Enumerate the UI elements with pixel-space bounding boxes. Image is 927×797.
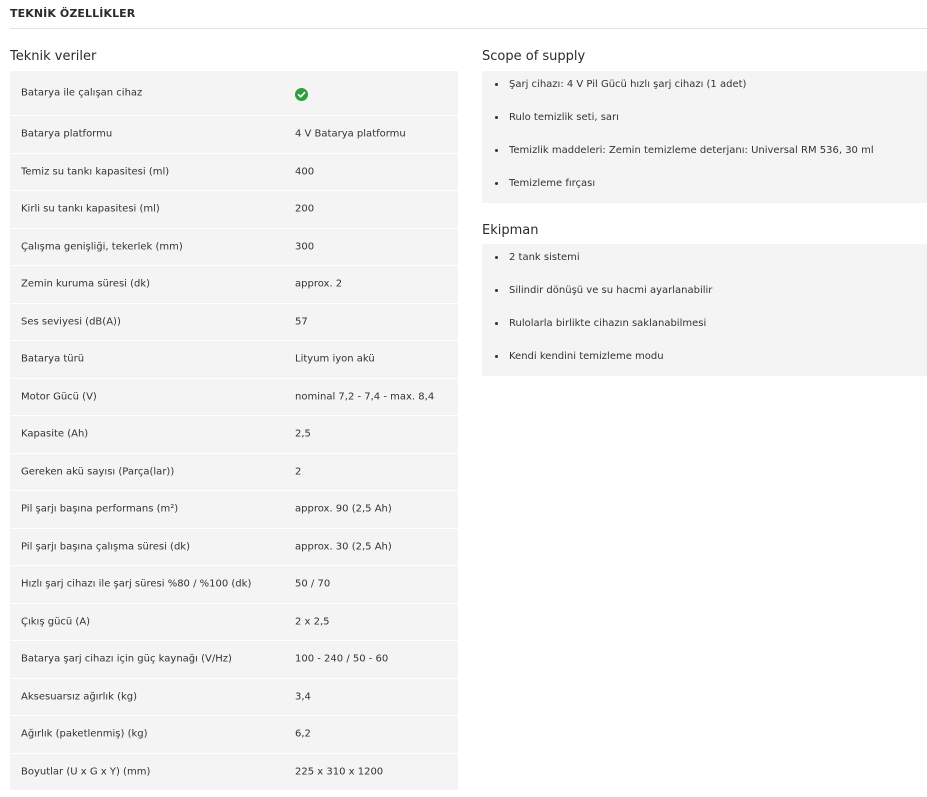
spec-value: approx. 2: [295, 278, 343, 290]
spec-row: Ses seviyesi (dB(A)) 57: [10, 303, 458, 341]
spec-row: Hızlı şarj cihazı ile şarj süresi %80 / …: [10, 566, 458, 604]
spec-label: Batarya şarj cihazı için güç kaynağı (V/…: [21, 653, 232, 665]
spec-row: Motor Gücü (V) nominal 7,2 - 7,4 - max. 8…: [10, 378, 458, 416]
spec-value: 225 x 310 x 1200: [295, 766, 384, 778]
spec-value: 3,4: [295, 691, 311, 703]
spec-row: Çıkış gücü (A) 2 x 2,5: [10, 603, 458, 641]
spec-label: Pil şarjı başına çalışma süresi (dk): [21, 541, 190, 553]
spec-value: 50 / 70: [295, 578, 331, 590]
spec-value: 2 x 2,5: [295, 616, 330, 628]
spec-row: Batarya şarj cihazı için güç kaynağı (V/…: [10, 641, 458, 679]
spec-label: Kapasite (Ah): [21, 428, 89, 440]
spec-value: 2: [295, 466, 302, 478]
page-header: TEKNİK ÖZELLİKLER: [10, 0, 927, 29]
list-item: Rulolarla birlikte cihazın saklanabilmes…: [482, 310, 927, 343]
scope-of-supply-box: Şarj cihazı: 4 V Pil Gücü hızlı şarj cih…: [482, 71, 927, 203]
spec-value: nominal 7,2 - 7,4 - max. 8,4: [295, 391, 435, 403]
equipment-title: Ekipman: [482, 223, 539, 238]
equipment-list: 2 tank sistemi Silindir dönüşü ve su hacm…: [482, 244, 927, 376]
spec-row: Pil şarjı başına çalışma süresi (dk) appr…: [10, 528, 458, 566]
equipment-box: 2 tank sistemi Silindir dönüşü ve su hacm…: [482, 244, 927, 376]
spec-row: Kapasite (Ah) 2,5: [10, 416, 458, 454]
list-item: Kendi kendini temizleme modu: [482, 343, 927, 376]
spec-label: Çıkış gücü (A): [21, 616, 91, 628]
list-item-text: Rulolarla birlikte cihazın saklanabilmes…: [509, 318, 707, 329]
spec-label: Kirli su tankı kapasitesi (ml): [21, 203, 160, 215]
spec-value: 100 - 240 / 50 - 60: [295, 653, 389, 665]
spec-row: Batarya türü Lityum iyon akü: [10, 341, 458, 379]
spec-row: Batarya ile çalışan cihaz: [10, 71, 458, 116]
scope-of-supply-list: Şarj cihazı: 4 V Pil Gücü hızlı şarj cih…: [482, 71, 927, 203]
spec-row: Ağırlık (paketlenmiş) (kg) 6,2: [10, 716, 458, 754]
spec-label: Ağırlık (paketlenmiş) (kg): [21, 728, 148, 740]
list-item-text: 2 tank sistemi: [509, 252, 580, 263]
bullet-icon: [495, 289, 498, 292]
spec-value: 200: [295, 203, 315, 215]
list-item-text: Temizlik maddeleri: Zemin temizleme dete…: [509, 145, 874, 156]
tech-specs-table: Batarya ile çalışan cihaz Batarya platfor…: [10, 71, 458, 791]
spec-value: 4 V Batarya platformu: [295, 128, 406, 140]
list-item: Silindir dönüşü ve su hacmi ayarlanabili…: [482, 277, 927, 310]
spec-label: Ses seviyesi (dB(A)): [21, 316, 121, 328]
spec-label: Boyutlar (U x G x Y) (mm): [21, 766, 151, 778]
spec-label: Çalışma genişliği, tekerlek (mm): [21, 241, 183, 253]
bullet-icon: [495, 182, 498, 185]
list-item-text: Rulo temizlik seti, sarı: [509, 112, 619, 123]
bullet-icon: [495, 256, 498, 259]
spec-label: Pil şarjı başına performans (m²): [21, 503, 179, 515]
bullet-icon: [495, 149, 498, 152]
list-item: Temizleme fırçası: [482, 170, 927, 203]
spec-value: approx. 90 (2,5 Ah): [295, 503, 392, 515]
spec-row: Pil şarjı başına performans (m²) approx. …: [10, 491, 458, 529]
page-title: TEKNİK ÖZELLİKLER: [10, 7, 136, 20]
spec-value: 400: [295, 166, 315, 178]
tech-specs-title: Teknik veriler: [10, 49, 97, 64]
list-item: Rulo temizlik seti, sarı: [482, 104, 927, 137]
spec-row: Kirli su tankı kapasitesi (ml) 200: [10, 191, 458, 229]
spec-row: Çalışma genişliği, tekerlek (mm) 300: [10, 228, 458, 266]
spec-value: approx. 30 (2,5 Ah): [295, 541, 392, 553]
spec-label: Batarya türü: [21, 353, 85, 365]
list-item-text: Temizleme fırçası: [509, 178, 596, 189]
spec-label: Gereken akü sayısı (Parça(lar)): [21, 466, 175, 478]
spec-label: Temiz su tankı kapasitesi (ml): [21, 166, 170, 178]
bullet-icon: [495, 83, 498, 86]
bullet-icon: [495, 355, 498, 358]
list-item-text: Şarj cihazı: 4 V Pil Gücü hızlı şarj cih…: [509, 79, 747, 90]
spec-label: Aksesuarsız ağırlık (kg): [21, 691, 138, 703]
bullet-icon: [495, 322, 498, 325]
spec-row: Boyutlar (U x G x Y) (mm) 225 x 310 x 120…: [10, 753, 458, 791]
spec-label: Zemin kuruma süresi (dk): [21, 278, 151, 290]
spec-value: 2,5: [295, 428, 311, 440]
spec-row: Zemin kuruma süresi (dk) approx. 2: [10, 266, 458, 304]
bullet-icon: [495, 116, 498, 119]
scope-of-supply-title: Scope of supply: [482, 49, 586, 64]
spec-row: Gereken akü sayısı (Parça(lar)) 2: [10, 453, 458, 491]
spec-label: Batarya platformu: [21, 128, 113, 140]
list-item: Temizlik maddeleri: Zemin temizleme dete…: [482, 137, 927, 170]
spec-value: 300: [295, 241, 315, 253]
check-circle-icon: [295, 88, 308, 101]
spec-row: Batarya platformu 4 V Batarya platformu: [10, 116, 458, 154]
spec-label: Batarya ile çalışan cihaz: [21, 87, 143, 99]
list-item: Şarj cihazı: 4 V Pil Gücü hızlı şarj cih…: [482, 71, 927, 104]
list-item-text: Kendi kendini temizleme modu: [509, 351, 664, 362]
list-item: 2 tank sistemi: [482, 244, 927, 277]
spec-label: Hızlı şarj cihazı ile şarj süresi %80 / …: [21, 578, 252, 590]
spec-value: Lityum iyon akü: [295, 353, 375, 365]
list-item-text: Silindir dönüşü ve su hacmi ayarlanabili…: [509, 285, 713, 296]
spec-label: Motor Gücü (V): [21, 391, 97, 403]
spec-row: Aksesuarsız ağırlık (kg) 3,4: [10, 678, 458, 716]
spec-row: Temiz su tankı kapasitesi (ml) 400: [10, 153, 458, 191]
spec-value: 57: [295, 316, 308, 328]
spec-value: 6,2: [295, 728, 311, 740]
